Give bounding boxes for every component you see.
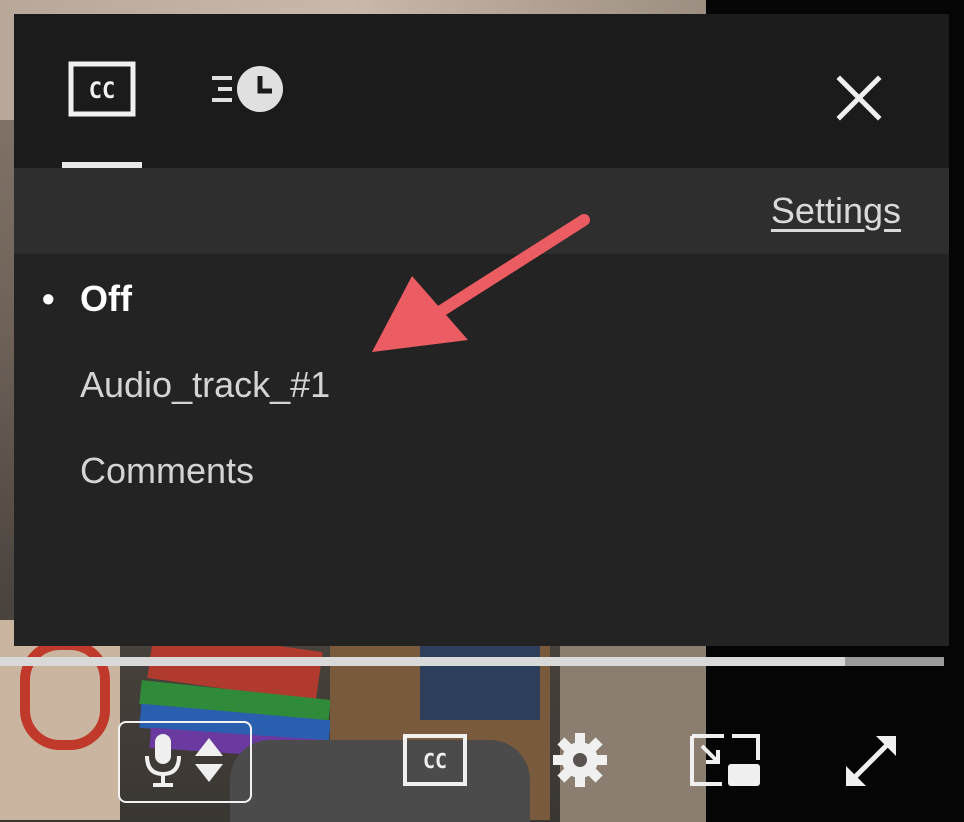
- closed-captions-icon: CC: [402, 733, 468, 792]
- cc-label: CC: [89, 79, 116, 104]
- closed-captions-icon: CC: [68, 61, 136, 122]
- progress-fill: [0, 657, 845, 666]
- settings-button[interactable]: [548, 730, 612, 794]
- tab-captions[interactable]: CC: [62, 14, 142, 168]
- fullscreen-button[interactable]: [840, 732, 902, 794]
- option-label: Off: [80, 278, 132, 319]
- option-label: Audio_track_#1: [80, 364, 331, 405]
- option-comments[interactable]: Comments: [80, 450, 254, 492]
- captions-panel: CC Settings • Off Audio_track_#1 Comment…: [14, 14, 949, 646]
- close-icon: [836, 74, 882, 126]
- gear-icon: [551, 731, 609, 794]
- settings-link[interactable]: Settings: [771, 190, 901, 232]
- settings-row: Settings: [14, 168, 949, 254]
- picture-in-picture-icon: [688, 732, 762, 793]
- tab-playback-speed[interactable]: [204, 14, 294, 168]
- option-off[interactable]: • Off: [42, 278, 132, 320]
- cc-label: CC: [423, 749, 447, 773]
- captions-button[interactable]: CC: [400, 732, 470, 792]
- option-label: Comments: [80, 450, 255, 491]
- option-audio-track[interactable]: Audio_track_#1: [80, 364, 330, 406]
- microphone-icon: [137, 730, 233, 795]
- voice-control-button[interactable]: [118, 721, 252, 803]
- progress-bar[interactable]: [0, 657, 944, 666]
- playback-speed-icon: [210, 64, 288, 119]
- close-button[interactable]: [829, 70, 889, 130]
- expand-icon: [842, 732, 900, 795]
- panel-tab-bar: CC: [14, 14, 949, 168]
- picture-in-picture-button[interactable]: [686, 732, 764, 792]
- selected-bullet: •: [42, 278, 55, 319]
